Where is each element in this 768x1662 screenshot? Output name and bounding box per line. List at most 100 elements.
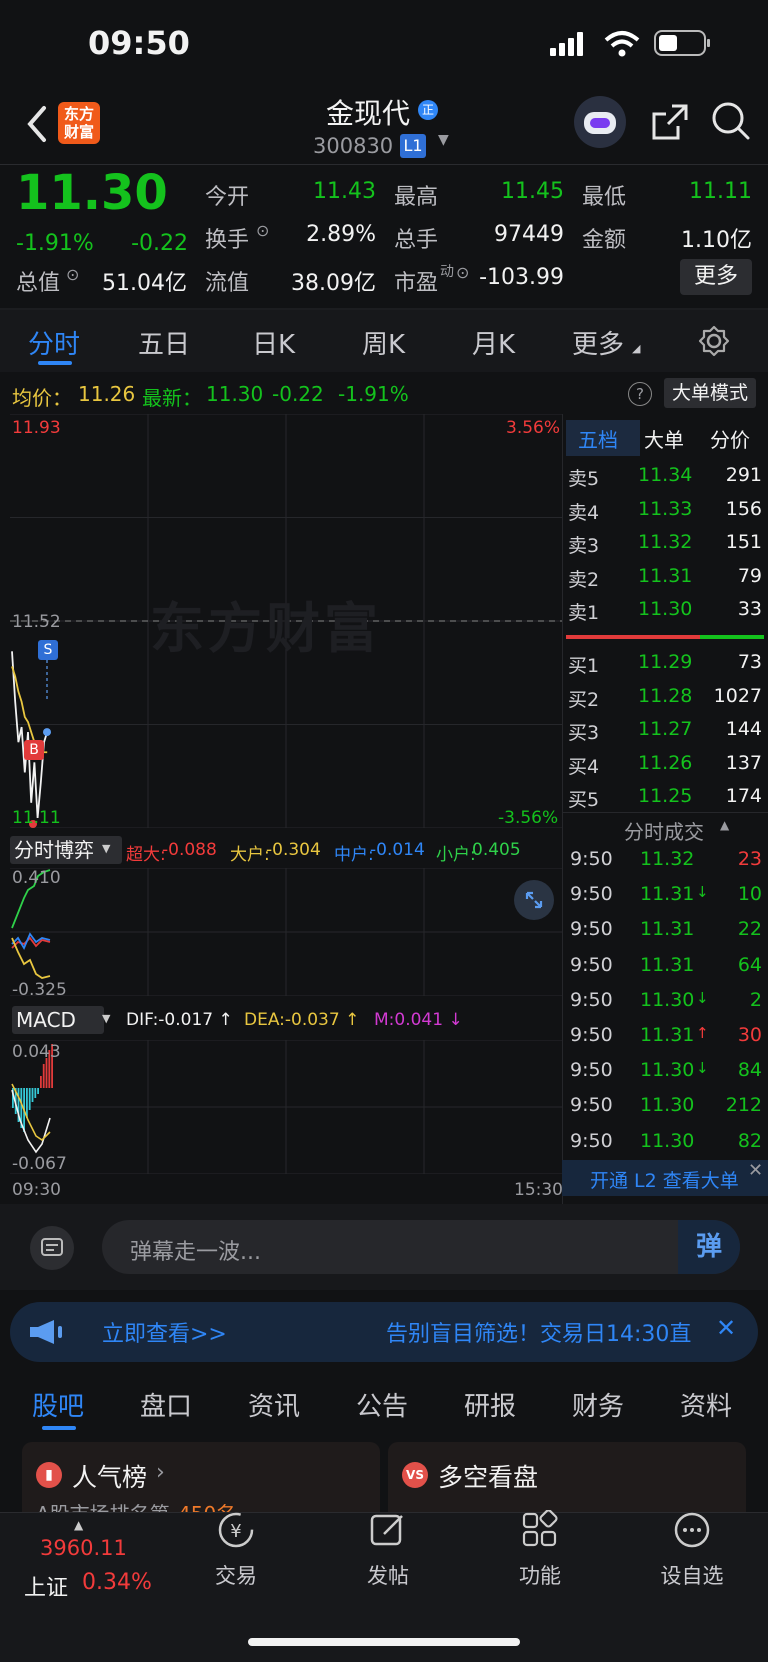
search-icon[interactable] <box>710 100 752 142</box>
trade-row: 9:50 11.31 ↑ 30 <box>566 1024 766 1058</box>
nav-trade[interactable]: ¥ 交易 <box>176 1510 296 1590</box>
sell-marker[interactable]: S <box>38 640 58 660</box>
pct-bottom-label: -3.56% <box>498 808 559 828</box>
nav-post[interactable]: 发帖 <box>328 1510 448 1590</box>
bid-volume: 137 <box>725 751 762 774</box>
danmu-bar: 弹幕走一波... 弹 <box>0 1204 768 1290</box>
ask-row[interactable]: 卖5 11.34 291 <box>566 464 766 496</box>
trade-time: 9:50 <box>570 1094 613 1117</box>
vs-icon: VS <box>402 1462 428 1488</box>
back-icon[interactable] <box>24 104 48 144</box>
assistant-avatar[interactable] <box>574 96 626 148</box>
orderbook-tab-big[interactable]: 大单 <box>644 424 684 453</box>
orderbook-tab-five[interactable]: 五档 <box>578 424 618 453</box>
bid-label: 买2 <box>568 688 600 711</box>
trades-collapse-icon[interactable]: ▲ <box>720 818 729 832</box>
turnover-info-icon[interactable]: ⊙ <box>256 221 269 240</box>
pe-value: -103.99 <box>479 265 564 290</box>
trade-icon: ¥ <box>218 1512 254 1548</box>
tab-guba[interactable]: 股吧 <box>32 1386 84 1423</box>
more-dots-icon <box>674 1512 710 1548</box>
tab-notices[interactable]: 公告 <box>356 1386 408 1423</box>
brand-logo[interactable]: 东方 财富 <box>58 102 100 144</box>
tab-week-k[interactable]: 周K <box>362 324 405 361</box>
bid-row[interactable]: 买3 11.27 144 <box>566 718 766 750</box>
announcement-bar[interactable]: 立即查看>> 告别盲目筛选！交易日14:30直 ✕ <box>10 1302 758 1362</box>
ask-row[interactable]: 卖3 11.32 151 <box>566 531 766 563</box>
game-dropdown-icon[interactable]: ▼ <box>102 842 110 855</box>
settings-gear-icon[interactable] <box>698 325 730 357</box>
tab-pankou[interactable]: 盘口 <box>140 1386 192 1423</box>
announcement-right: 告别盲目筛选！交易日14:30直 <box>386 1322 692 1347</box>
stock-header: 东方 财富 金现代 正 300830 L1 ▼ <box>0 90 768 162</box>
ask-row[interactable]: 卖1 11.30 33 <box>566 598 766 630</box>
nav-functions[interactable]: 功能 <box>480 1509 600 1590</box>
more-button[interactable]: 更多 <box>680 259 752 295</box>
last-price: 11.30 <box>16 165 168 221</box>
change-amount: -0.22 <box>131 231 188 256</box>
bid-row[interactable]: 买4 11.26 137 <box>566 752 766 784</box>
tab-finance[interactable]: 财务 <box>572 1386 624 1423</box>
stock-name: 金现代 <box>326 97 411 130</box>
expand-icon[interactable] <box>514 880 554 920</box>
announcement-left[interactable]: 立即查看>> <box>102 1316 227 1348</box>
trade-volume: 82 <box>737 1129 762 1152</box>
l2-promo[interactable]: 开通 L2 查看大单 ✕ <box>562 1160 768 1196</box>
x-start-label: 09:30 <box>12 1180 61 1200</box>
mid-value: -0.014 <box>370 840 425 860</box>
pe-info-icon[interactable]: ⊙ <box>456 263 469 282</box>
danmu-settings-icon[interactable] <box>30 1226 74 1270</box>
trade-row: 9:50 11.30 ↓ 2 <box>566 989 766 1023</box>
small-value: 0.405 <box>472 840 521 860</box>
trade-direction-icon: ↑ <box>696 1024 709 1042</box>
index-ticker[interactable]: ▲ 3960.11 上证 0.34% <box>20 1518 160 1601</box>
nav-watchlist[interactable]: 设自选 <box>632 1510 752 1590</box>
ask-volume: 291 <box>725 464 762 486</box>
orderbook-tab-price[interactable]: 分价 <box>710 424 750 453</box>
danmu-send-button[interactable]: 弹 <box>678 1220 740 1274</box>
bid-label: 买4 <box>568 755 600 778</box>
intraday-chart[interactable]: 东方财富 11.93 11.52 11.11 3.56% -3.56% S B <box>10 414 562 828</box>
tab-profile[interactable]: 资料 <box>680 1386 732 1423</box>
buy-marker[interactable]: B <box>24 740 44 760</box>
tab-more[interactable]: 更多 <box>572 324 624 361</box>
volume-label: 总手 <box>394 228 439 253</box>
nav-trade-label: 交易 <box>215 1564 257 1588</box>
tab-research[interactable]: 研报 <box>464 1386 516 1423</box>
share-icon[interactable] <box>650 102 690 142</box>
price-line <box>11 651 49 818</box>
announcement-close-icon[interactable]: ✕ <box>716 1314 736 1342</box>
bid-price: 11.26 <box>638 751 693 774</box>
level-dropdown-icon[interactable]: ▼ <box>438 132 449 148</box>
macd-dea: DEA:-0.037 ↑ <box>244 1010 360 1030</box>
bid-row[interactable]: 买2 11.28 1027 <box>566 685 766 717</box>
index-value: 3960.11 <box>40 1536 127 1560</box>
bid-row[interactable]: 买1 11.29 73 <box>566 651 766 683</box>
open-value: 11.43 <box>313 179 376 204</box>
tab-day-k[interactable]: 日K <box>252 324 295 361</box>
danmu-input[interactable]: 弹幕走一波... 弹 <box>102 1220 740 1274</box>
ask-row[interactable]: 卖4 11.33 156 <box>566 498 766 530</box>
macd-dropdown-icon[interactable]: ▼ <box>102 1012 110 1025</box>
level-badge[interactable]: L1 <box>400 134 426 158</box>
tab-intraday[interactable]: 分时 <box>28 324 80 361</box>
turnover-label: 换手 <box>205 228 250 253</box>
help-icon[interactable]: ? <box>628 382 652 406</box>
tab-news[interactable]: 资讯 <box>248 1386 300 1423</box>
mktcap-info-icon[interactable]: ⊙ <box>66 265 79 284</box>
megaphone-icon <box>30 1320 62 1344</box>
bid-volume: 1027 <box>713 684 762 707</box>
tab-month-k[interactable]: 月K <box>472 324 515 361</box>
macd-title[interactable]: MACD <box>12 1006 104 1034</box>
macd-bar <box>45 1058 48 1088</box>
l2-promo-close-icon[interactable]: ✕ <box>748 1160 763 1181</box>
ask-row[interactable]: 卖2 11.31 79 <box>566 565 766 597</box>
trade-time: 9:50 <box>570 883 613 906</box>
bid-label: 买3 <box>568 722 600 744</box>
trade-time: 9:50 <box>570 1059 613 1082</box>
bid-strength-bar <box>700 635 764 639</box>
super-label: 超大: <box>126 845 166 865</box>
trades-title[interactable]: 分时成交 <box>624 816 704 845</box>
big-order-mode-button[interactable]: 大单模式 <box>664 378 756 408</box>
tab-five-day[interactable]: 五日 <box>138 324 190 361</box>
